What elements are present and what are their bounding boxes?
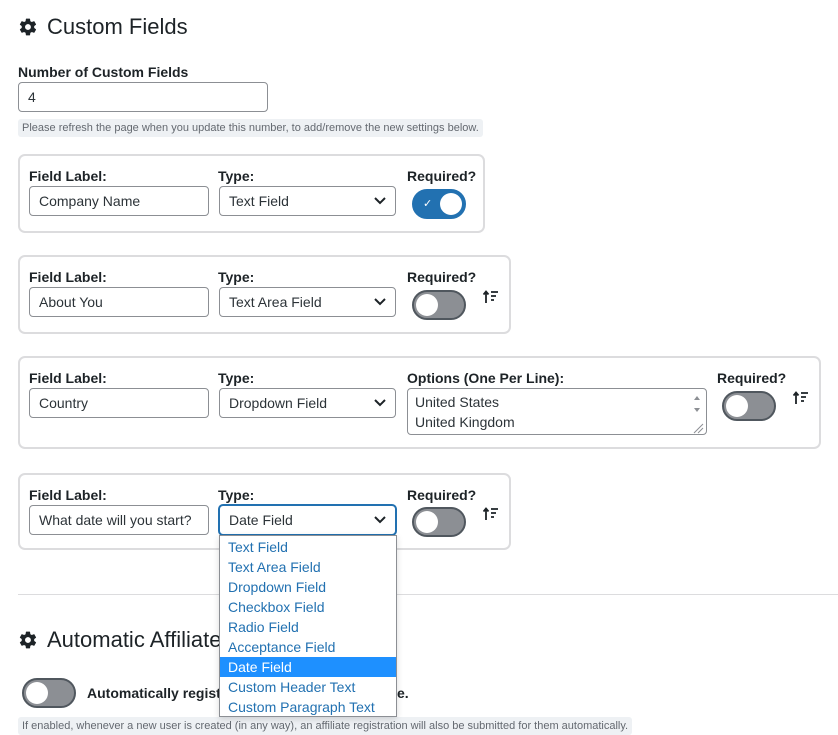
toggle-knob	[416, 511, 438, 533]
type-select[interactable]: Dropdown Field	[219, 388, 396, 418]
required-heading: Required?	[407, 487, 477, 503]
field-label-input[interactable]: Company Name	[29, 186, 209, 216]
field-label-heading: Field Label:	[29, 487, 107, 503]
scrollbar[interactable]	[690, 391, 704, 434]
type-select[interactable]: Date Field	[219, 505, 396, 535]
check-icon: ✓	[423, 198, 433, 210]
dropdown-option-custom-header-text[interactable]: Custom Header Text	[220, 677, 396, 697]
custom-fields-title-text: Custom Fields	[47, 14, 188, 39]
field-label-heading: Field Label:	[29, 370, 107, 386]
toggle-knob	[26, 682, 48, 704]
type-select[interactable]: Text Area Field	[219, 287, 396, 317]
required-toggle[interactable]	[412, 507, 466, 537]
custom-fields-count-label: Number of Custom Fields	[18, 64, 189, 80]
toggle-knob	[440, 193, 462, 215]
type-select-value: Date Field	[229, 512, 293, 528]
auto-affiliate-title: Automatic Affiliate	[18, 627, 221, 653]
toggle-knob	[726, 395, 748, 417]
required-heading: Required?	[407, 269, 477, 285]
dropdown-option-custom-paragraph-text[interactable]: Custom Paragraph Text	[220, 697, 396, 717]
chevron-down-icon	[374, 399, 386, 407]
type-select-value: Text Field	[229, 193, 289, 209]
custom-fields-title: Custom Fields	[18, 14, 188, 40]
type-heading: Type:	[218, 168, 255, 184]
field-label-heading: Field Label:	[29, 168, 107, 184]
field-label-heading: Field Label:	[29, 269, 107, 285]
field-label-input[interactable]: Country	[29, 388, 209, 418]
auto-affiliate-hint: If enabled, whenever a new user is creat…	[18, 717, 633, 735]
type-heading: Type:	[218, 269, 255, 285]
dropdown-option-checkbox-field[interactable]: Checkbox Field	[220, 597, 396, 617]
options-textarea[interactable]: United States United Kingdom	[407, 388, 707, 435]
gear-icon	[19, 631, 37, 649]
required-heading: Required?	[407, 168, 477, 184]
dropdown-option-radio-field[interactable]: Radio Field	[220, 617, 396, 637]
custom-fields-count-hint: Please refresh the page when you update …	[18, 119, 483, 137]
section-divider	[18, 594, 838, 595]
dropdown-option-text-area-field[interactable]: Text Area Field	[220, 557, 396, 577]
type-select-value: Dropdown Field	[229, 395, 328, 411]
option-line: United States	[415, 394, 500, 410]
type-select[interactable]: Text Field	[219, 186, 396, 216]
sort-order-icon[interactable]	[483, 507, 499, 521]
auto-affiliate-title-text: Automatic Affiliate	[47, 627, 222, 652]
chevron-down-icon	[374, 298, 386, 306]
type-select-value: Text Area Field	[229, 294, 322, 310]
type-heading: Type:	[218, 487, 255, 503]
dropdown-option-acceptance-field[interactable]: Acceptance Field	[220, 637, 396, 657]
custom-fields-count-input[interactable]: 4	[18, 82, 268, 112]
required-heading: Required?	[717, 370, 787, 386]
required-toggle[interactable]	[412, 290, 466, 320]
required-toggle[interactable]	[722, 391, 776, 421]
chevron-down-icon	[374, 516, 386, 524]
type-heading: Type:	[218, 370, 255, 386]
field-label-input[interactable]: What date will you start?	[29, 505, 209, 535]
type-dropdown-list[interactable]: Text Field Text Area Field Dropdown Fiel…	[219, 535, 397, 717]
options-heading: Options (One Per Line):	[407, 370, 565, 386]
auto-affiliate-toggle[interactable]	[22, 678, 76, 708]
toggle-knob	[416, 294, 438, 316]
sort-order-icon[interactable]	[793, 391, 809, 405]
option-line: United Kingdom	[415, 414, 515, 430]
auto-affiliate-toggle-label: Automatically registe	[87, 685, 229, 701]
sort-order-icon[interactable]	[483, 290, 499, 304]
field-label-input[interactable]: About You	[29, 287, 209, 317]
dropdown-option-text-field[interactable]: Text Field	[220, 537, 396, 557]
dropdown-option-date-field[interactable]: Date Field	[220, 657, 396, 677]
chevron-down-icon	[374, 197, 386, 205]
auto-affiliate-toggle-label-tail: e.	[397, 685, 409, 701]
gear-icon	[19, 18, 37, 36]
dropdown-option-dropdown-field[interactable]: Dropdown Field	[220, 577, 396, 597]
required-toggle[interactable]: ✓	[412, 189, 466, 219]
